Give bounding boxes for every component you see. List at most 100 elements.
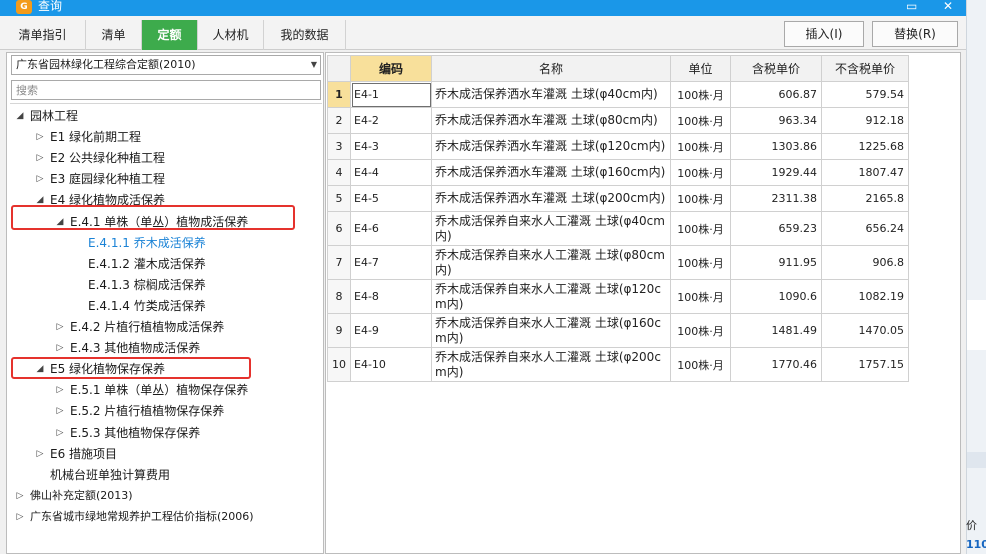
row-index: 1	[327, 81, 351, 108]
column-header-tax-price[interactable]: 含税单价	[730, 55, 822, 82]
tax-price-cell: 1770.46	[730, 347, 822, 382]
tree-node[interactable]: ▷ E.4.2 片植行植植物成活保养	[10, 317, 320, 337]
expand-icon[interactable]: ▷	[54, 423, 66, 443]
expand-icon[interactable]: ▷	[34, 127, 46, 147]
tree-node-label: E.5.1 单株（单丛）植物保存保养	[70, 383, 249, 398]
replace-button[interactable]: 替换(R)	[872, 21, 958, 47]
table-row[interactable]: 5 E4-5 乔木成活保养洒水车灌溉 土球(φ200cm内) 100株·月 2311.3…	[327, 185, 909, 212]
collapse-icon[interactable]: ◢	[14, 106, 26, 126]
table-row[interactable]: 6 E4-6 乔木成活保养自来水人工灌溉 土球(φ40cm内) 100株·月 659.2…	[327, 211, 909, 246]
name-cell: 乔木成活保养自来水人工灌溉 土球(φ40cm内)	[431, 211, 671, 246]
table-header-row: 编码 名称 单位 含税单价 不含税单价	[327, 55, 909, 82]
tree-node[interactable]: ▷ 广东省城市绿地常规养护工程估价指标(2006)	[10, 507, 320, 527]
expand-icon[interactable]: ▷	[54, 317, 66, 337]
row-index: 8	[327, 279, 351, 314]
unit-cell: 100株·月	[670, 211, 731, 246]
tree-node-label: E6 措施项目	[50, 446, 118, 461]
tree-node-label: 佛山补充定额(2013)	[30, 488, 133, 502]
name-cell: 乔木成活保养洒水车灌溉 土球(φ160cm内)	[431, 159, 671, 186]
tax-price-cell: 1929.44	[730, 159, 822, 186]
column-header-index	[327, 55, 351, 82]
tree-node[interactable]: ▷ E.5.2 片植行植植物保存保养	[10, 401, 320, 421]
tree-node[interactable]: ▷ E.4.3 其他植物成活保养	[10, 338, 320, 358]
tree-node[interactable]: E.4.1.4 竹类成活保养	[10, 296, 320, 316]
background-panel	[967, 300, 986, 350]
tree-node[interactable]: E.4.1.3 棕榈成活保养	[10, 275, 320, 295]
row-index: 6	[327, 211, 351, 246]
tree-node[interactable]: ▷ E.5.1 单株（单丛）植物保存保养	[10, 380, 320, 400]
row-index: 2	[327, 107, 351, 134]
code-cell: E4-1	[350, 81, 432, 108]
tab-my-data[interactable]: 我的数据	[264, 20, 346, 50]
notax-price-cell: 1225.68	[821, 133, 909, 160]
name-cell: 乔木成活保养自来水人工灌溉 土球(φ80cm内)	[431, 245, 671, 280]
expand-icon[interactable]: ▷	[14, 507, 26, 527]
expand-icon[interactable]: ▷	[54, 401, 66, 421]
notax-price-cell: 1470.05	[821, 313, 909, 348]
unit-cell: 100株·月	[670, 245, 731, 280]
annotation-box	[11, 205, 295, 230]
expand-icon[interactable]: ▷	[34, 148, 46, 168]
name-cell: 乔木成活保养自来水人工灌溉 土球(φ120cm内)	[431, 279, 671, 314]
tree-node[interactable]: ▷ E3 庭园绿化种植工程	[10, 169, 320, 189]
notax-price-cell: 906.8	[821, 245, 909, 280]
table-row[interactable]: 2 E4-2 乔木成活保养洒水车灌溉 土球(φ80cm内) 100株·月 963.34 9…	[327, 107, 909, 134]
table-row[interactable]: 1 E4-1 乔木成活保养洒水车灌溉 土球(φ40cm内) 100株·月 606.87 5…	[327, 81, 909, 108]
tree-node[interactable]: E.4.1.2 灌木成活保养	[10, 254, 320, 274]
code-cell: E4-2	[350, 107, 432, 134]
expand-icon[interactable]: ▷	[54, 380, 66, 400]
tree-node[interactable]: ◢ 园林工程	[10, 106, 320, 126]
table-row[interactable]: 10 E4-10 乔木成活保养自来水人工灌溉 土球(φ200cm内) 100株·月 17…	[327, 347, 909, 382]
unit-cell: 100株·月	[670, 133, 731, 160]
window-title: 查询	[38, 0, 63, 13]
search-input[interactable]	[11, 80, 321, 100]
quota-library-pane: 广东省园林绿化工程综合定额(2010) ▼ ◢ 园林工程 ▷ E1 绿化前期工程 ▷ E2…	[6, 52, 324, 554]
quota-tree: ◢ 园林工程 ▷ E1 绿化前期工程 ▷ E2 公共绿化种植工程 ▷ E3 庭园绿化种植工程 ◢…	[10, 103, 322, 553]
expand-icon[interactable]: ▷	[14, 486, 26, 506]
insert-button[interactable]: 插入(I)	[784, 21, 864, 47]
column-header-notax-price[interactable]: 不含税单价	[821, 55, 909, 82]
tree-node[interactable]: ▷ 佛山补充定额(2013)	[10, 486, 320, 506]
tree-node[interactable]: E.4.1.1 乔木成活保养	[10, 233, 320, 253]
unit-cell: 100株·月	[670, 81, 731, 108]
expand-icon[interactable]: ▷	[34, 169, 46, 189]
code-cell: E4-9	[350, 313, 432, 348]
expand-icon[interactable]: ▷	[54, 338, 66, 358]
expand-icon[interactable]: ▷	[34, 444, 46, 464]
table-row[interactable]: 4 E4-4 乔木成活保养洒水车灌溉 土球(φ160cm内) 100株·月 1929.4…	[327, 159, 909, 186]
tab-bill[interactable]: 清单	[86, 20, 142, 50]
minimize-icon[interactable]: ▭	[906, 0, 917, 14]
tab-quota[interactable]: 定额	[142, 20, 198, 50]
tree-node[interactable]: ▷ E1 绿化前期工程	[10, 127, 320, 147]
tree-node[interactable]: ▷ E.5.3 其他植物保存保养	[10, 423, 320, 443]
tree-node[interactable]: ▷ E6 措施项目	[10, 444, 320, 464]
tree-node[interactable]: ▷ E2 公共绿化种植工程	[10, 148, 320, 168]
tab-materials[interactable]: 人材机	[198, 20, 264, 50]
annotation-box	[11, 357, 251, 379]
tree-node-label: E1 绿化前期工程	[50, 130, 142, 145]
table-row[interactable]: 3 E4-3 乔木成活保养洒水车灌溉 土球(φ120cm内) 100株·月 1303.8…	[327, 133, 909, 160]
close-icon[interactable]: ✕	[943, 0, 953, 14]
code-cell: E4-8	[350, 279, 432, 314]
tab-bill-guide[interactable]: 清单指引	[0, 20, 86, 50]
column-header-unit[interactable]: 单位	[670, 55, 731, 82]
library-select[interactable]: 广东省园林绿化工程综合定额(2010) ▼	[11, 55, 321, 75]
dropdown-arrow-icon[interactable]: ▼	[311, 56, 317, 74]
tree-node[interactable]: 机械台班单独计算费用	[10, 465, 320, 485]
table-row[interactable]: 8 E4-8 乔木成活保养自来水人工灌溉 土球(φ120cm内) 100株·月 1090…	[327, 279, 909, 314]
notax-price-cell: 1757.15	[821, 347, 909, 382]
column-header-name[interactable]: 名称	[431, 55, 671, 82]
quota-table: 编码 名称 单位 含税单价 不含税单价 1 E4-1 乔木成活保养洒水车灌溉 土球(…	[327, 55, 909, 382]
table-row[interactable]: 7 E4-7 乔木成活保养自来水人工灌溉 土球(φ80cm内) 100株·月 911.9…	[327, 245, 909, 280]
notax-price-cell: 579.54	[821, 81, 909, 108]
table-row[interactable]: 9 E4-9 乔木成活保养自来水人工灌溉 土球(φ160cm内) 100株·月 1481…	[327, 313, 909, 348]
unit-cell: 100株·月	[670, 347, 731, 382]
window-titlebar: G 查询 ▭ ✕	[0, 0, 966, 16]
column-header-code[interactable]: 编码	[350, 55, 432, 82]
notax-price-cell: 656.24	[821, 211, 909, 246]
row-index: 9	[327, 313, 351, 348]
unit-cell: 100株·月	[670, 313, 731, 348]
background-value: 110	[966, 538, 986, 551]
tab-bar: 清单指引 清单 定额 人材机 我的数据 插入(I) 替换(R)	[0, 16, 966, 50]
unit-cell: 100株·月	[670, 185, 731, 212]
